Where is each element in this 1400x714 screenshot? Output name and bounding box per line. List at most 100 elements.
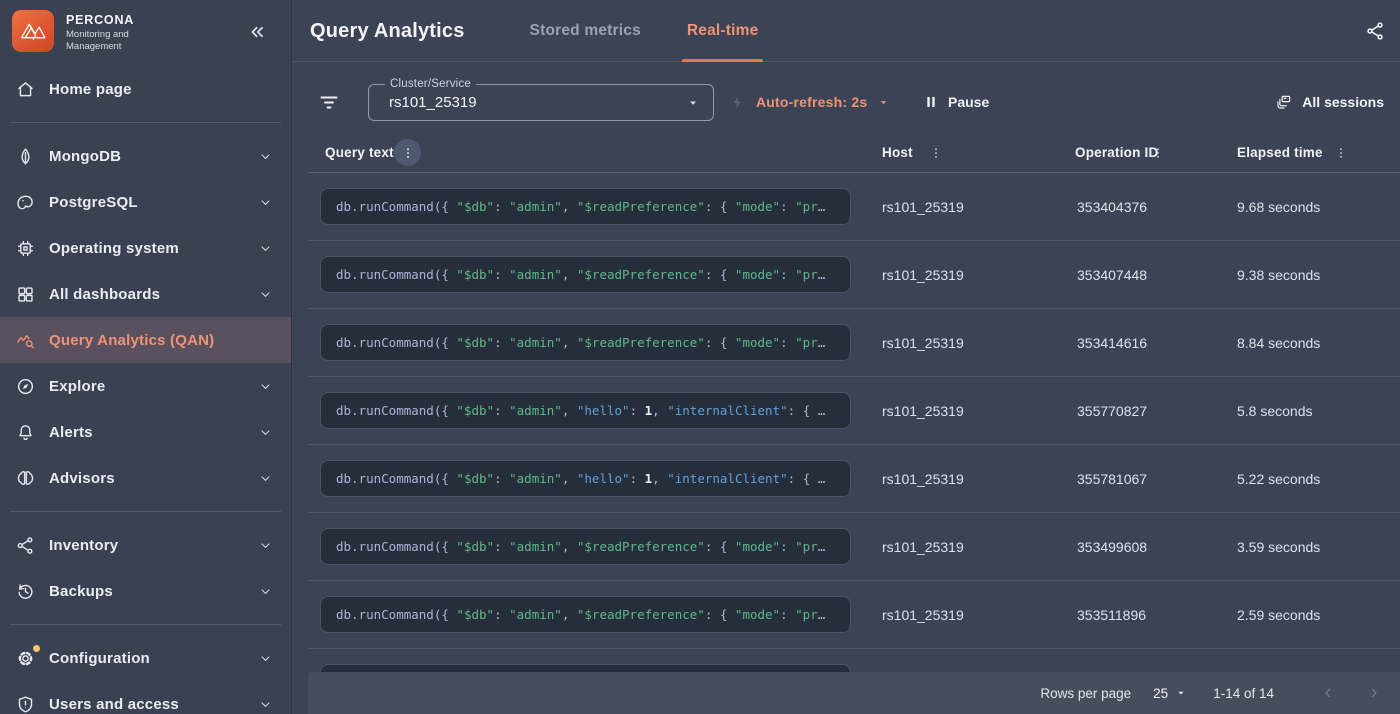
sidebar: PERCONA Monitoring and Management Home p… bbox=[0, 0, 292, 714]
rows-per-page-value: 25 bbox=[1153, 686, 1168, 701]
host-cell: rs101_25319 bbox=[882, 377, 964, 445]
brand-tagline: Monitoring and Management bbox=[66, 29, 134, 53]
sidebar-item-label: Home page bbox=[49, 81, 273, 98]
brand-name: PERCONA bbox=[66, 13, 134, 27]
pause-label: Pause bbox=[948, 94, 989, 110]
operation-id-cell: 353404376 bbox=[1077, 173, 1147, 241]
caret-down-icon bbox=[877, 96, 890, 109]
column-header-host: Host bbox=[882, 139, 913, 166]
filter-icon[interactable] bbox=[317, 90, 341, 114]
table-row: db.runCommand({ "$db": "admin", "hello":… bbox=[292, 445, 1400, 513]
tab-stored-metrics[interactable]: Stored metrics bbox=[525, 0, 646, 62]
column-menu-icon[interactable] bbox=[922, 139, 949, 166]
chevron-down-icon bbox=[258, 195, 273, 210]
chevron-down-icon bbox=[258, 379, 273, 394]
sidebar-item-all-dashboards[interactable]: All dashboards bbox=[0, 271, 291, 317]
all-sessions-button[interactable]: All sessions bbox=[1275, 84, 1384, 120]
sidebar-item-label: All dashboards bbox=[49, 286, 258, 303]
share-icon[interactable] bbox=[1364, 20, 1386, 42]
sidebar-nav: Home page MongoDB PostgreSQL Operating syst… bbox=[0, 66, 291, 714]
sidebar-item-postgresql[interactable]: PostgreSQL bbox=[0, 179, 291, 225]
column-header-elapsed-time: Elapsed time bbox=[1237, 139, 1323, 166]
host-cell: rs101_25319 bbox=[882, 241, 964, 309]
sidebar-item-label: Operating system bbox=[49, 240, 258, 257]
query-text-cell[interactable]: db.runCommand({ "$db": "admin", "$readPr… bbox=[320, 324, 851, 361]
column-menu-icon[interactable] bbox=[1144, 139, 1171, 166]
collapse-sidebar-icon[interactable] bbox=[245, 20, 269, 44]
tab-real-time[interactable]: Real-time bbox=[682, 0, 764, 62]
auto-refresh-label: Auto-refresh: 2s bbox=[756, 94, 867, 110]
postgresql-icon bbox=[15, 192, 36, 213]
operation-id-cell: 355781067 bbox=[1077, 445, 1147, 513]
pagination-bar: Rows per page 25 1-14 of 14 bbox=[308, 672, 1400, 714]
chevron-down-icon bbox=[258, 697, 273, 712]
table-row: db.runCommand({ "$db": "admin", "$readPr… bbox=[292, 581, 1400, 649]
host-cell: rs101_25319 bbox=[882, 309, 964, 377]
previous-page-icon[interactable] bbox=[1316, 681, 1340, 705]
query-code: db.runCommand({ "$db": "admin", "$readPr… bbox=[336, 335, 825, 350]
sidebar-item-label: Advisors bbox=[49, 470, 258, 487]
operation-id-cell: 353407448 bbox=[1077, 241, 1147, 309]
sidebar-item-query-analytics[interactable]: Query Analytics (QAN) bbox=[0, 317, 291, 363]
pause-button[interactable]: Pause bbox=[923, 84, 989, 120]
chevron-down-icon bbox=[258, 651, 273, 666]
table-body: db.runCommand({ "$db": "admin", "$readPr… bbox=[292, 173, 1400, 649]
query-code: db.runCommand({ "$db": "admin", "$readPr… bbox=[336, 607, 825, 622]
query-text-cell[interactable]: db.runCommand({ "$db": "admin", "hello":… bbox=[320, 392, 851, 429]
sidebar-item-operating-system[interactable]: Operating system bbox=[0, 225, 291, 271]
elapsed-time-cell: 3.59 seconds bbox=[1237, 513, 1320, 581]
host-cell: rs101_25319 bbox=[882, 173, 964, 241]
query-text-cell[interactable]: db.runCommand({ "$db": "admin", "$readPr… bbox=[320, 528, 851, 565]
sidebar-item-mongodb[interactable]: MongoDB bbox=[0, 133, 291, 179]
sidebar-item-inventory[interactable]: Inventory bbox=[0, 522, 291, 568]
host-cell: rs101_25319 bbox=[882, 445, 964, 513]
column-menu-icon[interactable] bbox=[1327, 139, 1354, 166]
sidebar-item-label: Query Analytics (QAN) bbox=[49, 332, 273, 349]
chevron-down-icon bbox=[258, 538, 273, 553]
configuration-icon bbox=[15, 648, 36, 669]
column-header-query-text: Query text bbox=[325, 139, 394, 166]
brand: PERCONA Monitoring and Management bbox=[0, 0, 291, 53]
operation-id-cell: 355770827 bbox=[1077, 377, 1147, 445]
query-text-cell[interactable]: db.runCommand({ "$db": "admin", "$readPr… bbox=[320, 596, 851, 633]
cluster-service-select[interactable]: Cluster/Service rs101_25319 bbox=[368, 84, 714, 121]
operation-id-cell: 353511896 bbox=[1077, 581, 1146, 649]
tabs: Stored metrics Real-time bbox=[525, 0, 764, 62]
column-menu-icon[interactable] bbox=[394, 139, 421, 166]
table-row: db.runCommand({ "$db": "admin", "$readPr… bbox=[292, 173, 1400, 241]
rows-per-page-select[interactable]: 25 bbox=[1153, 686, 1187, 701]
sidebar-item-explore[interactable]: Explore bbox=[0, 363, 291, 409]
elapsed-time-cell: 9.68 seconds bbox=[1237, 173, 1320, 241]
brand-text: PERCONA Monitoring and Management bbox=[66, 10, 134, 53]
auto-refresh-select[interactable]: Auto-refresh: 2s bbox=[729, 84, 890, 120]
sidebar-divider bbox=[10, 511, 281, 512]
caret-down-icon bbox=[686, 96, 700, 110]
sidebar-item-configuration[interactable]: Configuration bbox=[0, 635, 291, 681]
host-cell: rs101_25319 bbox=[882, 581, 964, 649]
elapsed-time-cell: 2.59 seconds bbox=[1237, 581, 1320, 649]
query-text-cell[interactable]: db.runCommand({ "$db": "admin", "$readPr… bbox=[320, 256, 851, 293]
sidebar-item-alerts[interactable]: Alerts bbox=[0, 409, 291, 455]
elapsed-time-cell: 9.38 seconds bbox=[1237, 241, 1320, 309]
main-content: Query Analytics Stored metricsReal-time … bbox=[292, 0, 1400, 714]
sidebar-item-users-access[interactable]: Users and access bbox=[0, 681, 291, 714]
next-page-icon[interactable] bbox=[1362, 681, 1386, 705]
table-row: db.runCommand({ "$db": "admin", "hello":… bbox=[292, 377, 1400, 445]
query-text-cell[interactable]: db.runCommand({ "$db": "admin", "hello":… bbox=[320, 460, 851, 497]
topbar: Query Analytics Stored metrics Real-time bbox=[292, 0, 1400, 62]
chevron-down-icon bbox=[258, 287, 273, 302]
sidebar-item-backups[interactable]: Backups bbox=[0, 568, 291, 614]
chevron-down-icon bbox=[258, 584, 273, 599]
sidebar-item-home[interactable]: Home page bbox=[0, 66, 291, 112]
sidebar-item-advisors[interactable]: Advisors bbox=[0, 455, 291, 501]
query-text-cell[interactable]: db.runCommand({ "$db": "admin", "$readPr… bbox=[320, 188, 851, 225]
table-header: Query text Host Operation ID Elapsed tim… bbox=[292, 139, 1400, 173]
mongodb-icon bbox=[15, 146, 36, 167]
page-title: Query Analytics bbox=[310, 20, 465, 43]
sessions-stack-icon bbox=[1275, 93, 1293, 111]
query-code: db.runCommand({ "$db": "admin", "hello":… bbox=[336, 471, 825, 486]
sidebar-item-label: MongoDB bbox=[49, 148, 258, 165]
sidebar-item-label: PostgreSQL bbox=[49, 194, 258, 211]
operating-system-icon bbox=[15, 238, 36, 259]
host-cell: rs101_25319 bbox=[882, 513, 964, 581]
